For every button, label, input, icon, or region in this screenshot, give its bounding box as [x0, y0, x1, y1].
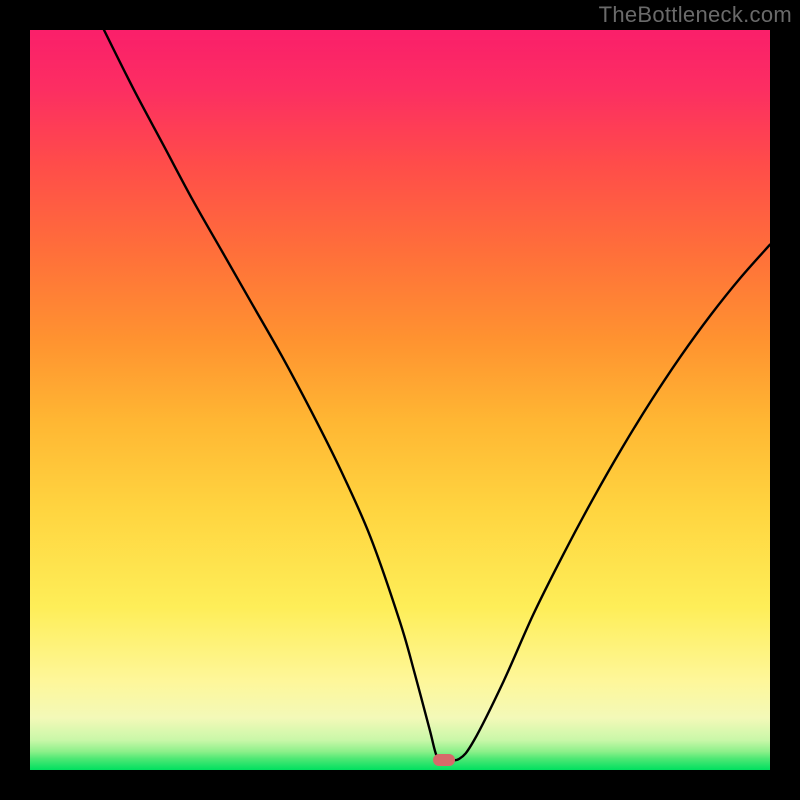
- chart-frame: TheBottleneck.com: [0, 0, 800, 800]
- watermark-text: TheBottleneck.com: [599, 2, 792, 28]
- plot-area: [30, 30, 770, 770]
- gradient-background: [30, 30, 770, 770]
- min-marker: [433, 754, 455, 766]
